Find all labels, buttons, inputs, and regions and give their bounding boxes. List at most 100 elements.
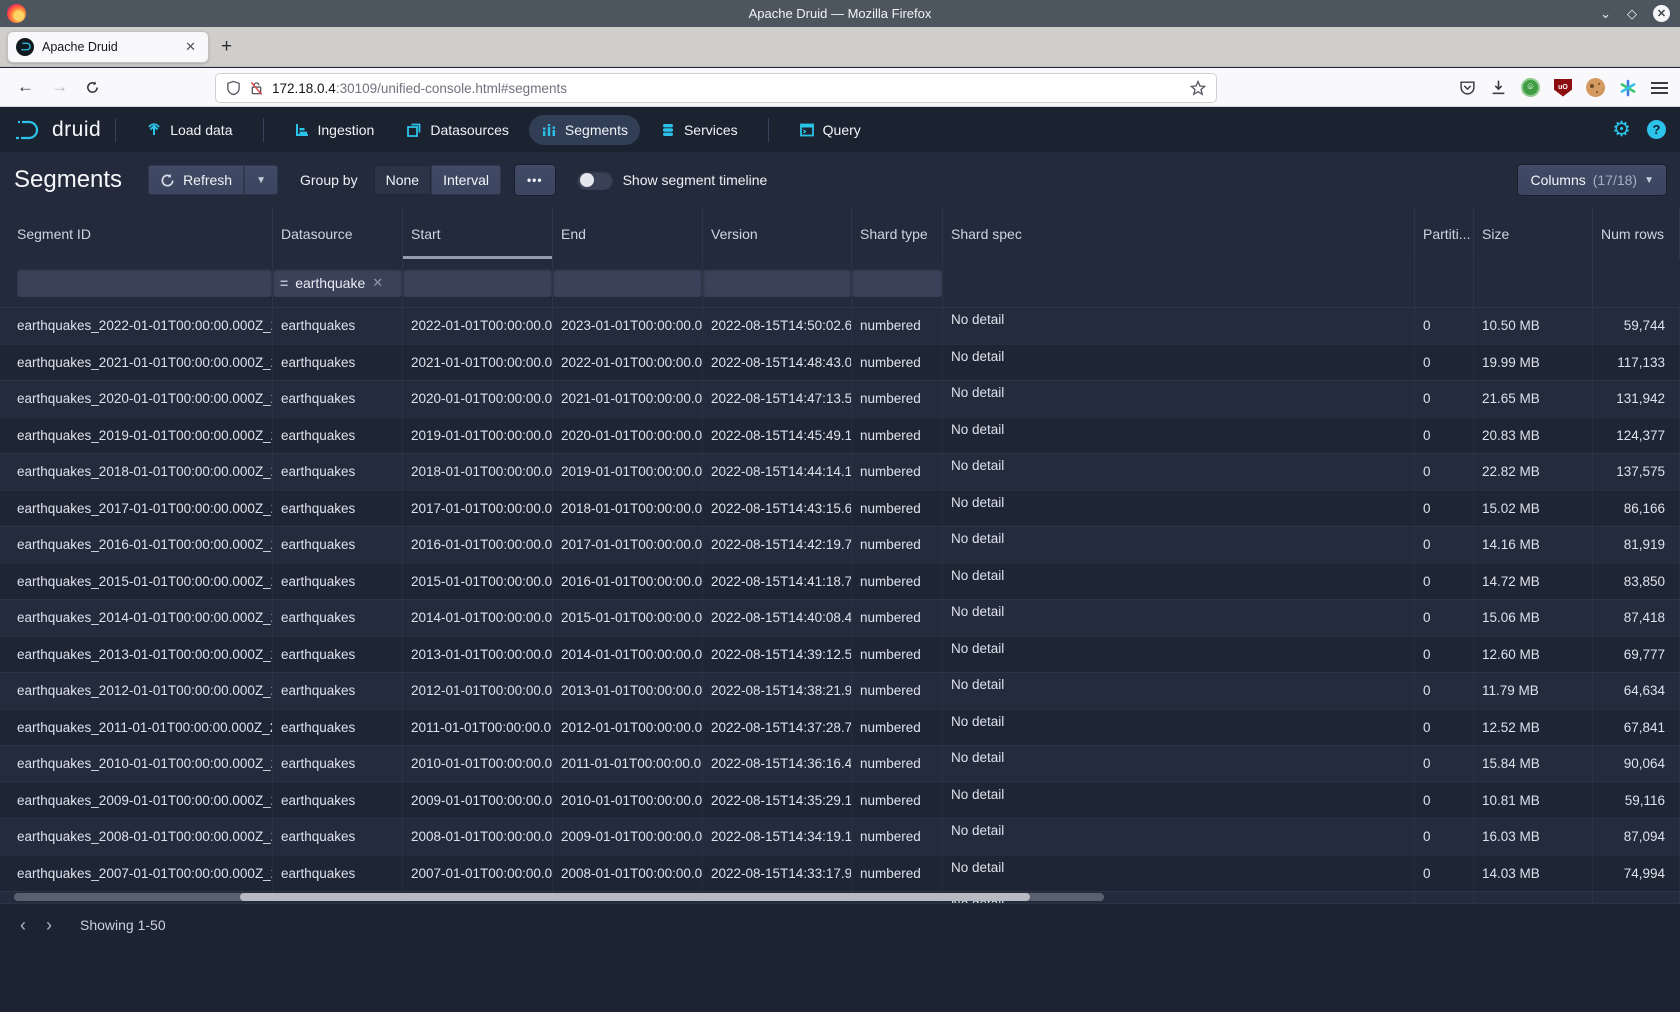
toggle-knob — [580, 173, 594, 187]
table-row[interactable]: earthquakes_2009-01-01T00:00:00.000Z_2..… — [0, 782, 1680, 819]
column-header-end[interactable]: End — [553, 208, 703, 259]
window-close-icon[interactable]: ✕ — [1653, 5, 1670, 22]
table-row[interactable]: earthquakes_2021-01-01T00:00:00.000Z_2..… — [0, 344, 1680, 381]
nav-item-segments[interactable]: Segments — [529, 115, 640, 145]
previous-page-button[interactable]: ‹ — [20, 915, 26, 936]
refresh-button[interactable]: Refresh — [148, 165, 244, 195]
cell-size: 12.52 MB — [1474, 710, 1593, 746]
table-row[interactable]: earthquakes_2022-01-01T00:00:00.000Z_2..… — [0, 307, 1680, 344]
tab-close-icon[interactable]: ✕ — [181, 37, 200, 57]
column-header-num-rows[interactable]: Num rows — [1593, 208, 1680, 259]
nav-item-load-data[interactable]: Load data — [134, 115, 244, 145]
table-row[interactable]: earthquakes_2016-01-01T00:00:00.000Z_2..… — [0, 526, 1680, 563]
group-by-none-button[interactable]: None — [374, 165, 431, 195]
cell-shard-type: numbered — [852, 819, 943, 855]
table-row[interactable]: earthquakes_2011-01-01T00:00:00.000Z_2..… — [0, 709, 1680, 746]
new-tab-button[interactable]: + — [221, 36, 232, 58]
url-bar[interactable]: 172.18.0.4:30109/unified-console.html#se… — [215, 73, 1217, 103]
nav-item-query[interactable]: Query — [787, 115, 873, 145]
column-header-partition[interactable]: Partiti... — [1415, 208, 1474, 259]
group-by-interval-button[interactable]: Interval — [431, 165, 501, 195]
table-row[interactable]: earthquakes_2015-01-01T00:00:00.000Z_2..… — [0, 563, 1680, 600]
url-text[interactable]: 172.18.0.4:30109/unified-console.html#se… — [272, 81, 567, 96]
cell-size: 20.83 MB — [1474, 418, 1593, 454]
cell-segment-id: earthquakes_2010-01-01T00:00:00.000Z_2..… — [0, 746, 273, 782]
shard-type-filter-input[interactable] — [852, 269, 942, 297]
table-row[interactable]: earthquakes_2012-01-01T00:00:00.000Z_2..… — [0, 672, 1680, 709]
nav-item-datasources[interactable]: Datasources — [394, 115, 521, 145]
table-body: earthquakes_2022-01-01T00:00:00.000Z_2..… — [0, 307, 1680, 891]
version-filter-input[interactable] — [703, 269, 851, 297]
table-row[interactable]: earthquakes_2017-01-01T00:00:00.000Z_2..… — [0, 490, 1680, 527]
window-minimize-icon[interactable]: ⌄ — [1600, 7, 1611, 20]
bookmark-star-icon[interactable] — [1190, 80, 1206, 96]
cell-num-rows: 117,133 — [1593, 345, 1680, 381]
back-button[interactable]: ← — [17, 77, 34, 97]
table-row[interactable]: earthquakes_2020-01-01T00:00:00.000Z_2..… — [0, 380, 1680, 417]
settings-gear-icon[interactable]: ⚙ — [1612, 117, 1631, 142]
insecure-lock-icon[interactable] — [249, 80, 264, 96]
table-row[interactable]: earthquakes_2010-01-01T00:00:00.000Z_2..… — [0, 745, 1680, 782]
cell-shard-spec: No detail — [943, 564, 1415, 600]
table-row[interactable]: earthquakes_2018-01-01T00:00:00.000Z_2..… — [0, 453, 1680, 490]
reload-button[interactable] — [85, 80, 100, 95]
next-page-button[interactable]: › — [46, 915, 52, 936]
remove-filter-icon[interactable]: ✕ — [372, 275, 383, 291]
extension-green-icon[interactable]: ⌾ — [1521, 78, 1540, 97]
column-header-shard-type[interactable]: Shard type — [852, 208, 943, 259]
cell-size: 21.65 MB — [1474, 381, 1593, 417]
column-header-start[interactable]: Start — [403, 208, 553, 259]
segment-timeline-toggle[interactable] — [577, 171, 613, 190]
cell-version: 2022-08-15T14:47:13.5... — [703, 381, 852, 417]
help-icon[interactable]: ? — [1647, 120, 1666, 139]
datasource-filter-input[interactable]: = earthquake ✕ — [273, 269, 402, 297]
column-header-datasource[interactable]: Datasource — [273, 208, 403, 259]
horizontal-scrollbar-thumb[interactable] — [240, 893, 1030, 901]
column-header-version[interactable]: Version — [703, 208, 852, 259]
nav-item-services[interactable]: Services — [648, 115, 750, 145]
nav-item-ingestion[interactable]: Ingestion — [282, 115, 387, 145]
table-row[interactable]: earthquakes_2008-01-01T00:00:00.000Z_2..… — [0, 818, 1680, 855]
cell-segment-id: earthquakes_2022-01-01T00:00:00.000Z_2..… — [0, 308, 273, 344]
end-filter-input[interactable] — [553, 269, 702, 297]
extension-asterisk-icon[interactable] — [1619, 79, 1637, 97]
datasource-filter-tag[interactable]: = earthquake ✕ — [280, 275, 383, 291]
ublock-icon[interactable]: uO — [1554, 79, 1572, 97]
downloads-icon[interactable] — [1490, 79, 1507, 96]
table-row[interactable]: earthquakes_2013-01-01T00:00:00.000Z_2..… — [0, 636, 1680, 673]
cell-datasource: earthquakes — [273, 637, 403, 673]
cell-datasource: earthquakes — [273, 491, 403, 527]
segment-id-filter-input[interactable] — [17, 269, 272, 297]
pocket-icon[interactable] — [1459, 79, 1476, 96]
segments-table: Segment ID Datasource Start End Version … — [0, 208, 1680, 903]
start-filter-input[interactable] — [403, 269, 552, 297]
cell-start: 2015-01-01T00:00:00.0... — [403, 564, 553, 600]
cell-end: 2017-01-01T00:00:00.0... — [553, 527, 703, 563]
forward-button[interactable]: → — [51, 77, 68, 97]
column-header-shard-spec[interactable]: Shard spec — [943, 208, 1415, 259]
table-row[interactable]: earthquakes_2014-01-01T00:00:00.000Z_2..… — [0, 599, 1680, 636]
druid-nav: druid Load data Ingestion Datasources Se… — [0, 107, 1680, 152]
shield-icon[interactable] — [226, 80, 241, 96]
window-maximize-icon[interactable]: ◇ — [1627, 7, 1637, 20]
druid-logo[interactable]: druid — [14, 118, 101, 142]
cell-start: 2018-01-01T00:00:00.0... — [403, 454, 553, 490]
menu-icon[interactable] — [1651, 79, 1668, 97]
column-header-segment-id[interactable]: Segment ID — [0, 208, 273, 259]
browser-tab[interactable]: Apache Druid ✕ — [7, 31, 209, 63]
column-header-size[interactable]: Size — [1474, 208, 1593, 259]
columns-count: (17/18) — [1593, 172, 1637, 188]
table-row[interactable]: earthquakes_2019-01-01T00:00:00.000Z_2..… — [0, 417, 1680, 454]
cell-version: 2022-08-15T14:45:49.1... — [703, 418, 852, 454]
cell-end: 2014-01-01T00:00:00.0... — [553, 637, 703, 673]
refresh-dropdown-button[interactable]: ▼ — [244, 165, 278, 195]
cell-end: 2019-01-01T00:00:00.0... — [553, 454, 703, 490]
equals-icon: = — [280, 275, 288, 291]
cell-datasource: earthquakes — [273, 308, 403, 344]
cell-partition: 0 — [1415, 527, 1474, 563]
more-dots-icon: ••• — [527, 173, 543, 187]
more-actions-button[interactable]: ••• — [515, 165, 555, 195]
cookie-extension-icon[interactable] — [1586, 78, 1605, 97]
table-row[interactable]: earthquakes_2007-01-01T00:00:00.000Z_2..… — [0, 855, 1680, 892]
columns-button[interactable]: Columns (17/18) ▼ — [1518, 165, 1666, 195]
